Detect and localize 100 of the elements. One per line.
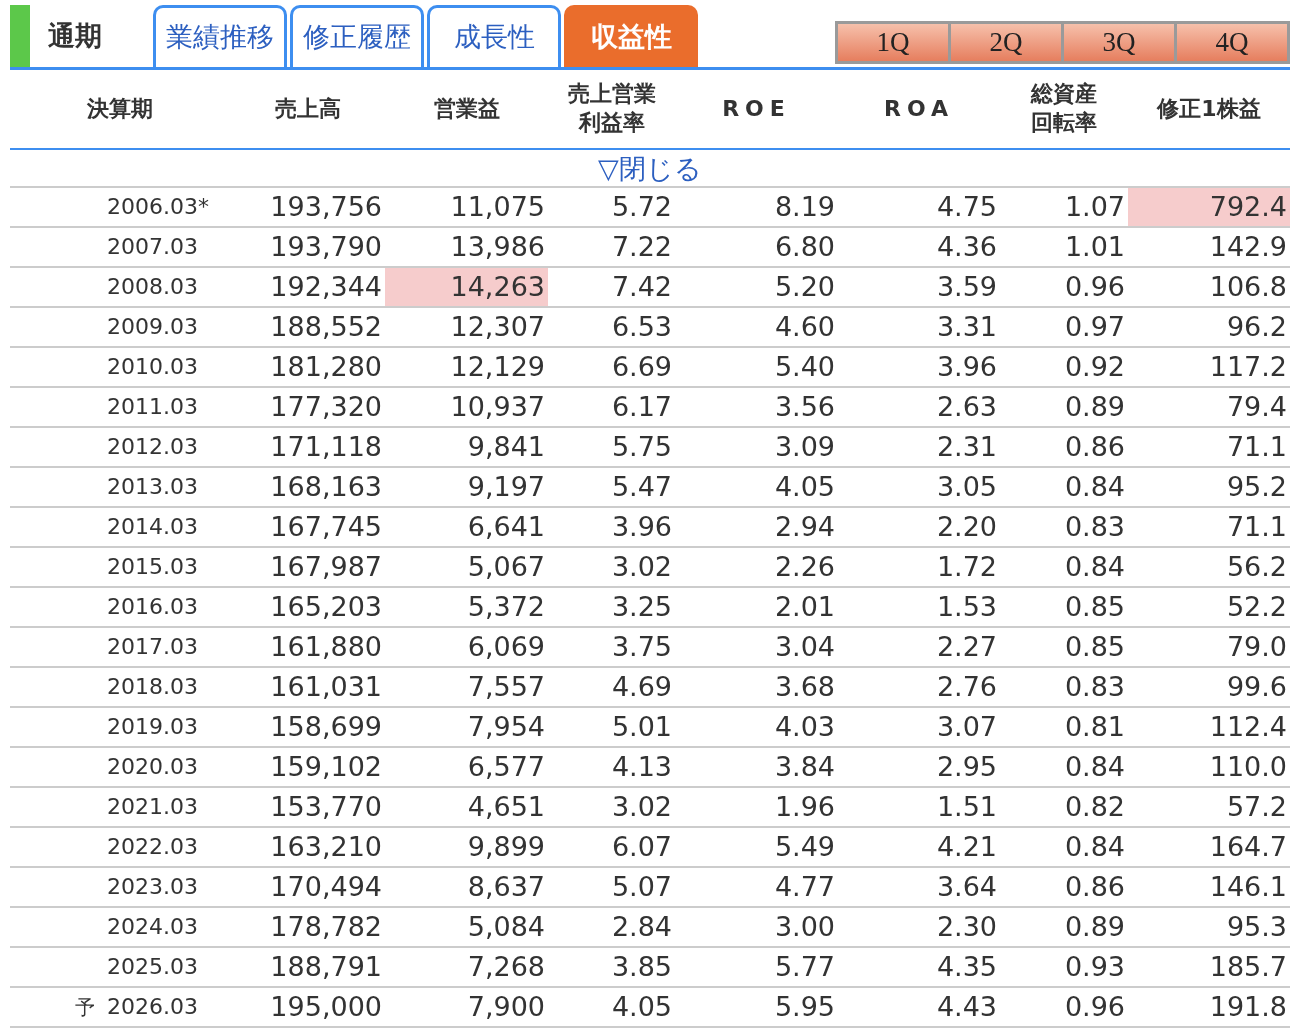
tab[interactable]: 成長性 [427, 5, 561, 67]
table-cell-text: 99.6 [1225, 670, 1288, 704]
table-cell-text: 3.68 [773, 670, 836, 704]
table-cell-text: 0.85 [1063, 630, 1126, 664]
table-cell-text: 3.05 [935, 470, 998, 504]
column-header: ROE [722, 94, 791, 123]
table-cell-text: 3.00 [773, 910, 836, 944]
table-cell-text: 11,075 [449, 190, 546, 224]
table-cell-text: 158,699 [269, 710, 383, 744]
period-text: 2026.03 [107, 993, 198, 1021]
table-cell-text: 6.69 [610, 350, 673, 384]
table-cell-text: 146.1 [1208, 870, 1288, 904]
table-cell-text: 6,577 [466, 750, 546, 784]
table-cell-text: 4.75 [935, 190, 998, 224]
table-cell-text: 12,307 [449, 310, 546, 344]
period-text: 2012.03 [107, 433, 198, 461]
table-cell-text: 112.4 [1208, 710, 1288, 744]
table-cell-text: 6,641 [466, 510, 546, 544]
table-cell-text: 0.81 [1063, 710, 1126, 744]
table-cell-text: 2.94 [773, 510, 836, 544]
table-cell-text: 3.96 [610, 510, 673, 544]
table-cell-text: 0.89 [1063, 390, 1126, 424]
quarter-button[interactable]: 4Q [1177, 24, 1287, 61]
period-text: 2008.03 [107, 273, 198, 301]
period-text: 2021.03 [107, 793, 198, 821]
table-cell-text: 153,770 [269, 790, 383, 824]
table-cell-text: 52.2 [1225, 590, 1288, 624]
table-cell-text: 2.01 [773, 590, 836, 624]
tab[interactable]: 収益性 [564, 5, 698, 67]
table-cell-text: 4.43 [935, 990, 998, 1024]
table-cell-text: 2.27 [935, 630, 998, 664]
table-cell-text: 5.20 [773, 270, 836, 304]
table-cell-text: 7,954 [466, 710, 546, 744]
table-cell-text: 168,163 [269, 470, 383, 504]
table-cell-text: 5,084 [466, 910, 546, 944]
table-cell-text: 3.09 [773, 430, 836, 464]
period-text: 2020.03 [107, 753, 198, 781]
table-cell-text: 193,790 [269, 230, 383, 264]
table-cell-text: 1.51 [935, 790, 998, 824]
tab[interactable]: 修正履歴 [290, 5, 424, 67]
table-cell-text: 57.2 [1225, 790, 1288, 824]
table-cell-text: 13,986 [449, 230, 546, 264]
table-cell-text: 2.84 [610, 910, 673, 944]
period-text: 2013.03 [107, 473, 198, 501]
table-cell-text: 8,637 [466, 870, 546, 904]
table-cell-text: 3.56 [773, 390, 836, 424]
table-cell-text: 4.69 [610, 670, 673, 704]
table-cell-text: 193,756 [269, 190, 383, 224]
table-cell-text: 0.92 [1063, 350, 1126, 384]
period-text: 2006.03* [107, 193, 209, 221]
column-header: ROA [883, 94, 955, 123]
table-cell-text: 3.02 [610, 550, 673, 584]
table-cell-text: 1.96 [773, 790, 836, 824]
table-cell-text: 0.84 [1063, 470, 1126, 504]
period-text: 2016.03 [107, 593, 198, 621]
table-cell-text: 12,129 [449, 350, 546, 384]
table-cell-text: 3.59 [935, 270, 998, 304]
table-cell-text: 7.42 [610, 270, 673, 304]
table-cell-text: 3.84 [773, 750, 836, 784]
tab[interactable]: 業績推移 [153, 5, 287, 67]
table-cell-text: 191.8 [1208, 990, 1288, 1024]
table-cell-text: 0.97 [1063, 310, 1126, 344]
quarter-button[interactable]: 1Q [838, 24, 948, 61]
table-cell-text: 163,210 [269, 830, 383, 864]
table-cell-text: 5.40 [773, 350, 836, 384]
table-cell-text: 3.96 [935, 350, 998, 384]
table-cell-text: 6.53 [610, 310, 673, 344]
table-cell: 14,263 [385, 268, 548, 306]
table-cell-text: 95.2 [1225, 470, 1288, 504]
table-cell-text: 167,745 [269, 510, 383, 544]
table-cell-text: 0.84 [1063, 750, 1126, 784]
period-text: 2014.03 [107, 513, 198, 541]
table-cell-text: 4.03 [773, 710, 836, 744]
period-text: 2023.03 [107, 873, 198, 901]
period-text: 2017.03 [107, 633, 198, 661]
table-cell-text: 6.17 [610, 390, 673, 424]
table-cell-text: 79.0 [1225, 630, 1288, 664]
collapse-link[interactable]: ▽閉じる [598, 150, 702, 188]
table-cell-text: 161,031 [269, 670, 383, 704]
table-cell-text: 1.01 [1063, 230, 1126, 264]
period-text: 2009.03 [107, 313, 198, 341]
table-cell-text: 3.25 [610, 590, 673, 624]
table-cell-text: 71.1 [1225, 510, 1288, 544]
table-cell-text: 2.20 [935, 510, 998, 544]
quarter-button[interactable]: 2Q [951, 24, 1061, 61]
table-cell: 792.4 [1128, 188, 1290, 226]
table-cell-text: 5,067 [466, 550, 546, 584]
table-cell-text: 181,280 [269, 350, 383, 384]
column-header: 売上営業利益率 [566, 80, 657, 137]
table-cell-text: 195,000 [269, 990, 383, 1024]
table-cell-text: 0.85 [1063, 590, 1126, 624]
table-cell-text: 5.77 [773, 950, 836, 984]
table-cell-text: 4.36 [935, 230, 998, 264]
quarter-button[interactable]: 3Q [1064, 24, 1174, 61]
table-cell-text: 7,900 [466, 990, 546, 1024]
table-cell-text: 9,841 [466, 430, 546, 464]
column-header: 修正1株益 [1157, 94, 1261, 123]
table-cell-text: 142.9 [1208, 230, 1288, 264]
table-cell-text: 7,268 [466, 950, 546, 984]
table-cell-text: 4.35 [935, 950, 998, 984]
